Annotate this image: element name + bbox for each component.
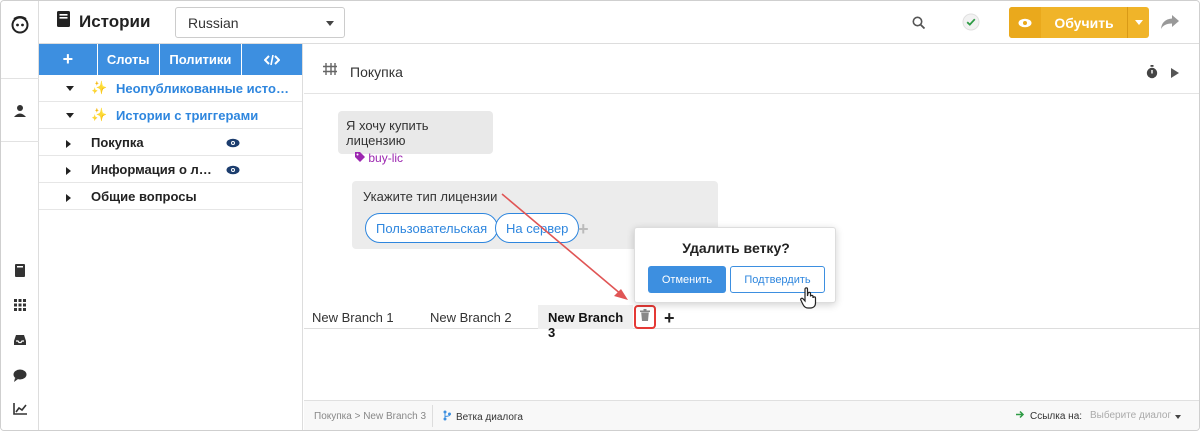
user-icon[interactable]	[1, 97, 39, 125]
tab-code[interactable]	[242, 44, 302, 75]
chevron-down-icon	[326, 21, 334, 26]
eye-icon	[1009, 7, 1041, 38]
tab-slots[interactable]: Слоты	[97, 44, 160, 75]
arrow-right-icon	[1016, 410, 1025, 422]
story-group-label: Информация о ли…	[91, 162, 219, 177]
left-rail	[1, 1, 39, 430]
caret-right-icon[interactable]	[66, 194, 71, 202]
train-dropdown-toggle[interactable]	[1127, 7, 1149, 38]
story-group-license-info[interactable]: Информация о ли…	[39, 156, 302, 183]
story-group-label: Покупка	[91, 135, 144, 150]
story-header: Покупка	[304, 44, 1199, 94]
caret-down-icon[interactable]	[66, 86, 74, 91]
user-utterance[interactable]: Я хочу купить лицензию buy-lic	[338, 111, 493, 165]
breadcrumb: Покупка > New Branch 3	[314, 411, 427, 422]
sparkle-icon: ✨	[91, 80, 108, 95]
story-group-label: Неопубликованные истор…	[116, 81, 296, 96]
page-title-group: Истории	[57, 11, 150, 32]
popover-title: Удалить ветку?	[682, 240, 790, 256]
search-icon[interactable]	[909, 13, 927, 31]
story-group-triggers[interactable]: ✨ Истории с триггерами	[39, 102, 302, 129]
quick-reply-button[interactable]: Пользовательская	[365, 213, 499, 243]
tab-branch-2[interactable]: New Branch 2	[430, 305, 540, 329]
link-to-label-group: Ссылка на:	[1016, 410, 1082, 422]
quick-reply-button[interactable]: На сервер	[495, 213, 580, 243]
hand-cursor-icon	[800, 287, 818, 314]
caret-down-icon[interactable]	[66, 113, 74, 118]
chevron-down-icon	[1134, 20, 1143, 25]
page-title: Истории	[79, 11, 151, 31]
eye-icon[interactable]	[226, 163, 240, 178]
trash-icon	[640, 308, 650, 326]
story-group-label: Истории с триггерами	[116, 108, 259, 123]
train-button[interactable]: Обучить	[1009, 7, 1149, 38]
link-to-label: Ссылка на:	[1030, 410, 1083, 422]
grid-icon[interactable]	[1, 291, 39, 319]
chevron-down-icon[interactable]	[1175, 415, 1181, 419]
add-story-group-button[interactable]: +	[39, 44, 98, 75]
language-select[interactable]: Russian	[175, 7, 345, 38]
stories-book-icon	[57, 11, 70, 32]
chart-icon[interactable]	[1, 395, 39, 423]
story-footer: Покупка > New Branch 3 Ветка диалога Ссы…	[304, 400, 1199, 430]
intent-label: buy-lic	[368, 151, 404, 165]
play-icon[interactable]	[1170, 66, 1180, 84]
stopwatch-icon[interactable]	[1146, 65, 1158, 84]
user-utterance-text: Я хочу купить лицензию	[346, 118, 429, 148]
inbox-icon[interactable]	[1, 326, 39, 354]
stories-sidebar: + Слоты Политики ✨ Неопубликованные исто…	[39, 44, 303, 430]
eye-icon[interactable]	[226, 136, 240, 151]
tab-branch-1[interactable]: New Branch 1	[312, 305, 422, 329]
branch-icon	[443, 410, 451, 424]
app-logo-icon[interactable]	[1, 10, 39, 38]
chat-icon[interactable]	[1, 361, 39, 389]
caret-right-icon[interactable]	[66, 167, 71, 175]
hash-icon	[322, 62, 338, 81]
cancel-button[interactable]: Отменить	[648, 266, 726, 293]
top-bar: Истории Russian Обучить	[39, 1, 1199, 44]
train-button-label: Обучить	[1054, 14, 1114, 31]
delete-branch-button[interactable]	[634, 305, 656, 329]
sidebar-tabs: + Слоты Политики	[39, 44, 302, 75]
tab-branch-3[interactable]: New Branch 3	[538, 305, 633, 340]
app-frame: Истории Russian Обучить + Слоты Политики	[0, 0, 1200, 431]
add-quick-reply-icon[interactable]: +	[578, 219, 589, 240]
story-group-purchase[interactable]: Покупка	[39, 129, 302, 156]
sparkle-icon: ✨	[91, 107, 108, 122]
language-select-value: Russian	[188, 15, 239, 31]
book-icon[interactable]	[1, 256, 39, 284]
intent-tag[interactable]: buy-lic	[346, 151, 485, 165]
bot-question-text: Укажите тип лицензии	[363, 189, 498, 204]
dialog-branch-label: Ветка диалога	[456, 411, 523, 423]
tab-policies[interactable]: Политики	[159, 44, 243, 75]
dialog-branch-indicator: Ветка диалога	[443, 410, 523, 424]
check-circle-icon[interactable]	[962, 13, 980, 31]
share-icon[interactable]	[1159, 13, 1181, 31]
tag-icon	[355, 151, 368, 165]
story-group-faq[interactable]: Общие вопросы	[39, 183, 302, 210]
branch-tabs: New Branch 1 New Branch 2 New Branch 3	[304, 305, 1199, 340]
story-title: Покупка	[350, 64, 403, 80]
story-group-label: Общие вопросы	[91, 189, 197, 204]
caret-right-icon[interactable]	[66, 140, 71, 148]
story-group-unpublished[interactable]: ✨ Неопубликованные истор…	[39, 75, 302, 102]
add-branch-button[interactable]: +	[664, 308, 675, 329]
link-dialog-select[interactable]: Выберите диалог	[1090, 410, 1171, 421]
